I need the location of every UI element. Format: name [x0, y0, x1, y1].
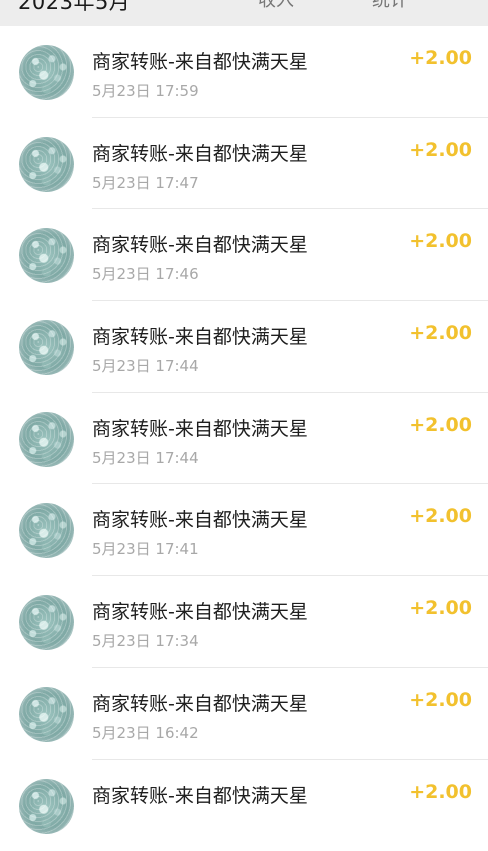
transaction-title: 商家转账-来自都快满天星	[92, 689, 308, 716]
stats-button[interactable]: 统计	[372, 0, 408, 12]
merchant-avatar	[19, 320, 74, 375]
transaction-row[interactable]: 商家转账-来自都快满天星 5月23日 17:46 +2.00	[0, 209, 488, 301]
transaction-amount: +2.00	[409, 781, 472, 803]
month-header: 2023年5月 收入 统计	[0, 0, 488, 26]
transaction-time: 5月23日 17:44	[92, 447, 199, 468]
transaction-row[interactable]: 商家转账-来自都快满天星 +2.00	[0, 760, 488, 851]
transaction-title: 商家转账-来自都快满天星	[92, 139, 308, 166]
merchant-avatar	[19, 45, 74, 100]
transaction-time: 5月23日 17:47	[92, 172, 199, 193]
transaction-row[interactable]: 商家转账-来自都快满天星 5月23日 17:44 +2.00	[0, 393, 488, 485]
transaction-time: 5月23日 17:34	[92, 630, 199, 651]
merchant-avatar	[19, 228, 74, 283]
merchant-avatar	[19, 137, 74, 192]
transaction-time: 5月23日 16:42	[92, 722, 199, 743]
transaction-time: 5月23日 17:46	[92, 263, 199, 284]
transaction-row[interactable]: 商家转账-来自都快满天星 5月23日 17:34 +2.00	[0, 576, 488, 668]
transaction-time: 5月23日 17:41	[92, 538, 199, 559]
merchant-avatar	[19, 503, 74, 558]
month-selector[interactable]: 2023年5月	[18, 0, 130, 16]
transaction-amount: +2.00	[409, 505, 472, 527]
merchant-avatar	[19, 412, 74, 467]
merchant-avatar	[19, 687, 74, 742]
transaction-row[interactable]: 商家转账-来自都快满天星 5月23日 17:41 +2.00	[0, 484, 488, 576]
transaction-amount: +2.00	[409, 139, 472, 161]
transaction-amount: +2.00	[409, 230, 472, 252]
merchant-avatar	[19, 595, 74, 650]
transaction-title: 商家转账-来自都快满天星	[92, 781, 308, 808]
transaction-time: 5月23日 17:59	[92, 80, 199, 101]
transaction-amount: +2.00	[409, 597, 472, 619]
transaction-row[interactable]: 商家转账-来自都快满天星 5月23日 17:59 +2.00	[0, 26, 488, 118]
transaction-amount: +2.00	[409, 47, 472, 69]
transaction-amount: +2.00	[409, 322, 472, 344]
merchant-avatar	[19, 779, 74, 834]
transaction-row[interactable]: 商家转账-来自都快满天星 5月23日 17:47 +2.00	[0, 118, 488, 210]
transaction-title: 商家转账-来自都快满天星	[92, 230, 308, 257]
transaction-title: 商家转账-来自都快满天星	[92, 597, 308, 624]
transaction-row[interactable]: 商家转账-来自都快满天星 5月23日 16:42 +2.00	[0, 668, 488, 760]
transaction-title: 商家转账-来自都快满天星	[92, 322, 308, 349]
transaction-list: 商家转账-来自都快满天星 5月23日 17:59 +2.00 商家转账-来自都快…	[0, 26, 488, 851]
transaction-title: 商家转账-来自都快满天星	[92, 414, 308, 441]
transaction-amount: +2.00	[409, 414, 472, 436]
filter-button[interactable]: 收入	[258, 0, 294, 12]
transaction-title: 商家转账-来自都快满天星	[92, 47, 308, 74]
transaction-row[interactable]: 商家转账-来自都快满天星 5月23日 17:44 +2.00	[0, 301, 488, 393]
transaction-title: 商家转账-来自都快满天星	[92, 505, 308, 532]
transaction-amount: +2.00	[409, 689, 472, 711]
transaction-time: 5月23日 17:44	[92, 355, 199, 376]
